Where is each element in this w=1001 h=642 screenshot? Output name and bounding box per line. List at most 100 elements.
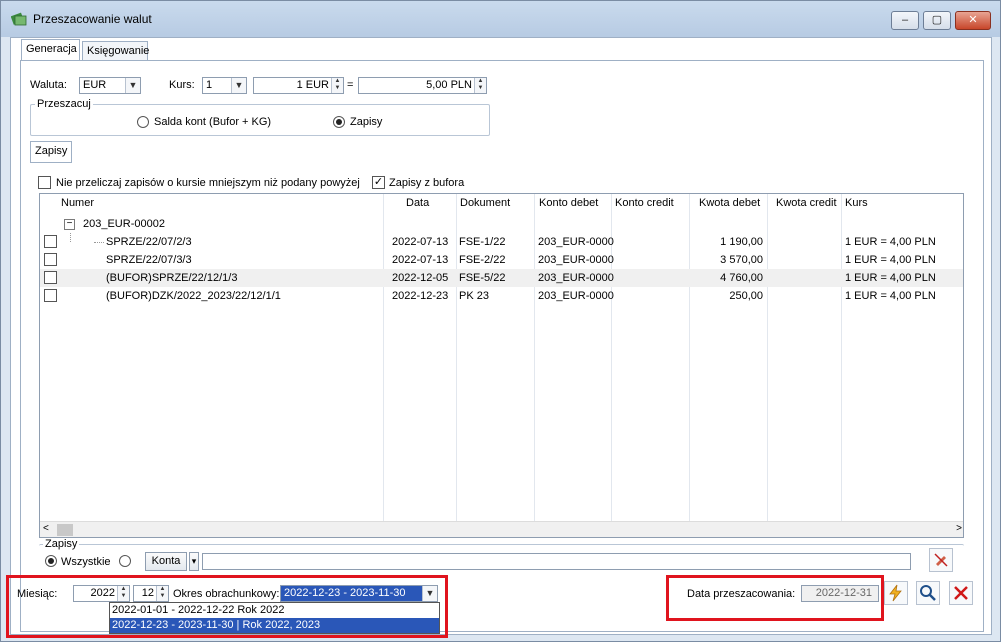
table-row[interactable]: (BUFOR)DZK/2022_2023/22/12/1/1 2022-12-2… bbox=[40, 287, 963, 305]
currency-value: EUR bbox=[83, 79, 107, 91]
cell-dokument: FSE-2/22 bbox=[459, 254, 506, 266]
radio-entries[interactable] bbox=[333, 116, 345, 128]
app-window: Przeszacowanie walut – ▢ ✕ Generacja Ksi… bbox=[0, 0, 1001, 642]
from-buffer-label: Zapisy z bufora bbox=[389, 177, 465, 189]
minimize-button[interactable]: – bbox=[891, 11, 919, 30]
cell-numer: SPRZE/22/07/3/3 bbox=[106, 254, 192, 266]
cell-dokument: FSE-5/22 bbox=[459, 272, 506, 284]
radio-entries-label[interactable]: Zapisy bbox=[350, 116, 382, 128]
revalue-group-title: Przeszacuj bbox=[35, 98, 93, 110]
column-header-kwota-debet[interactable]: Kwota debet bbox=[699, 197, 760, 209]
cell-kurs: 1 EUR = 4,00 PLN bbox=[845, 236, 936, 248]
cell-kwota-debet: 250,00 bbox=[729, 290, 763, 302]
cancel-icon[interactable] bbox=[949, 581, 973, 605]
collapse-toggle-icon[interactable]: − bbox=[64, 219, 75, 230]
tree-line bbox=[70, 233, 71, 242]
rate-type-select[interactable]: 1 ▼ bbox=[202, 77, 247, 94]
currency-app-icon bbox=[11, 12, 27, 26]
subtab-entries[interactable]: Zapisy bbox=[30, 141, 72, 163]
lightning-icon[interactable] bbox=[884, 581, 908, 605]
radio-account-balances[interactable] bbox=[137, 116, 149, 128]
title-bar: Przeszacowanie walut – ▢ ✕ bbox=[1, 1, 1000, 37]
tree-line bbox=[94, 242, 104, 243]
cell-kwota-debet: 1 190,00 bbox=[720, 236, 763, 248]
cell-data: 2022-12-05 bbox=[392, 272, 449, 284]
row-checkbox[interactable] bbox=[44, 271, 57, 284]
cell-data: 2022-07-13 bbox=[392, 236, 449, 248]
equals-sign: = bbox=[347, 79, 354, 91]
column-header-kurs[interactable]: Kurs bbox=[845, 197, 868, 209]
column-header-data[interactable]: Data bbox=[406, 197, 429, 209]
chevron-down-icon: ▼ bbox=[125, 78, 140, 93]
radio-accounts[interactable] bbox=[119, 555, 131, 567]
cell-data: 2022-07-13 bbox=[392, 254, 449, 266]
skip-lower-rate-checkbox[interactable] bbox=[38, 176, 51, 189]
cell-kurs: 1 EUR = 4,00 PLN bbox=[845, 290, 936, 302]
rate-amount-left[interactable]: 1 EUR ▲ ▼ bbox=[253, 77, 344, 94]
cell-kwota-debet: 4 760,00 bbox=[720, 272, 763, 284]
cell-kurs: 1 EUR = 4,00 PLN bbox=[845, 272, 936, 284]
scroll-left-icon[interactable]: < bbox=[43, 523, 49, 534]
table-row[interactable]: SPRZE/22/07/2/3 2022-07-13 FSE-1/22 203_… bbox=[40, 233, 963, 251]
column-header-dokument[interactable]: Dokument bbox=[460, 197, 510, 209]
cell-konto-debet: 203_EUR-0000 bbox=[538, 236, 614, 248]
spin-arrows-icon[interactable]: ▲ ▼ bbox=[331, 78, 343, 93]
cell-data: 2022-12-23 bbox=[392, 290, 449, 302]
from-buffer-checkbox[interactable]: ✓ bbox=[372, 176, 385, 189]
group-label: 203_EUR-00002 bbox=[83, 218, 165, 230]
cell-dokument: PK 23 bbox=[459, 290, 489, 302]
revalue-group: Przeszacuj Salda kont (Bufor + KG) Zapis… bbox=[30, 98, 490, 136]
radio-all-entries-label[interactable]: Wszystkie bbox=[61, 556, 111, 568]
currency-select[interactable]: EUR ▼ bbox=[79, 77, 141, 94]
rate-type-value: 1 bbox=[206, 79, 213, 91]
radio-account-balances-label[interactable]: Salda kont (Bufor + KG) bbox=[154, 116, 271, 128]
entries-table[interactable]: Numer Data Dokument Konto debet Konto cr… bbox=[39, 193, 964, 538]
highlight-box-period bbox=[6, 575, 448, 638]
horizontal-scrollbar[interactable]: < > bbox=[40, 521, 963, 537]
cell-numer: SPRZE/22/07/2/3 bbox=[106, 236, 192, 248]
tab-ksiegowanie[interactable]: Księgowanie bbox=[82, 41, 149, 61]
rate-label: Kurs: bbox=[169, 79, 195, 91]
accounts-button[interactable]: Konta bbox=[145, 552, 187, 571]
cell-numer: (BUFOR)DZK/2022_2023/22/12/1/1 bbox=[106, 290, 281, 302]
cell-numer: (BUFOR)SPRZE/22/12/1/3 bbox=[106, 272, 238, 284]
row-checkbox[interactable] bbox=[44, 253, 57, 266]
row-checkbox[interactable] bbox=[44, 235, 57, 248]
cell-kwota-debet: 3 570,00 bbox=[720, 254, 763, 266]
table-row[interactable]: (BUFOR)SPRZE/22/12/1/3 2022-12-05 FSE-5/… bbox=[40, 269, 963, 287]
tab-generacja[interactable]: Generacja bbox=[21, 39, 80, 61]
spin-arrows-icon[interactable]: ▲ ▼ bbox=[474, 78, 486, 93]
scrollbar-thumb[interactable] bbox=[57, 524, 73, 536]
filter-group-title: Zapisy bbox=[43, 538, 80, 550]
window-title: Przeszacowanie walut bbox=[33, 12, 152, 26]
cell-kurs: 1 EUR = 4,00 PLN bbox=[845, 254, 936, 266]
accounts-filter-input[interactable] bbox=[202, 553, 911, 570]
chevron-down-icon: ▼ bbox=[231, 78, 246, 93]
column-header-numer[interactable]: Numer bbox=[61, 197, 94, 209]
table-group-row[interactable]: − 203_EUR-00002 bbox=[40, 215, 963, 233]
radio-all-entries[interactable] bbox=[45, 555, 57, 567]
column-header-konto-credit[interactable]: Konto credit bbox=[615, 197, 674, 209]
rate-amount-right-value: 5,00 PLN bbox=[426, 79, 472, 91]
row-checkbox[interactable] bbox=[44, 289, 57, 302]
close-window-button[interactable]: ✕ bbox=[955, 11, 991, 30]
accounts-dropdown-button[interactable]: ▾ bbox=[189, 552, 199, 571]
rate-amount-right[interactable]: 5,00 PLN ▲ ▼ bbox=[358, 77, 487, 94]
rate-amount-left-value: 1 EUR bbox=[296, 79, 329, 91]
client-area: Generacja Księgowanie Waluta: EUR ▼ Kurs… bbox=[10, 37, 992, 635]
clear-filter-icon[interactable] bbox=[929, 548, 953, 572]
highlight-box-date bbox=[666, 575, 884, 621]
table-row[interactable]: SPRZE/22/07/3/3 2022-07-13 FSE-2/22 203_… bbox=[40, 251, 963, 269]
maximize-button[interactable]: ▢ bbox=[923, 11, 951, 30]
skip-lower-rate-label: Nie przeliczaj zapisów o kursie mniejszy… bbox=[56, 177, 360, 189]
scroll-right-icon[interactable]: > bbox=[956, 523, 962, 534]
column-header-konto-debet[interactable]: Konto debet bbox=[539, 197, 598, 209]
search-icon[interactable] bbox=[916, 581, 940, 605]
column-header-kwota-credit[interactable]: Kwota credit bbox=[776, 197, 837, 209]
cell-konto-debet: 203_EUR-0000 bbox=[538, 254, 614, 266]
cell-dokument: FSE-1/22 bbox=[459, 236, 506, 248]
cell-konto-debet: 203_EUR-0000 bbox=[538, 290, 614, 302]
cell-konto-debet: 203_EUR-0000 bbox=[538, 272, 614, 284]
currency-label: Waluta: bbox=[30, 79, 67, 91]
generation-panel: Waluta: EUR ▼ Kurs: 1 ▼ 1 EUR ▲ ▼ = 5,00 … bbox=[20, 60, 984, 632]
